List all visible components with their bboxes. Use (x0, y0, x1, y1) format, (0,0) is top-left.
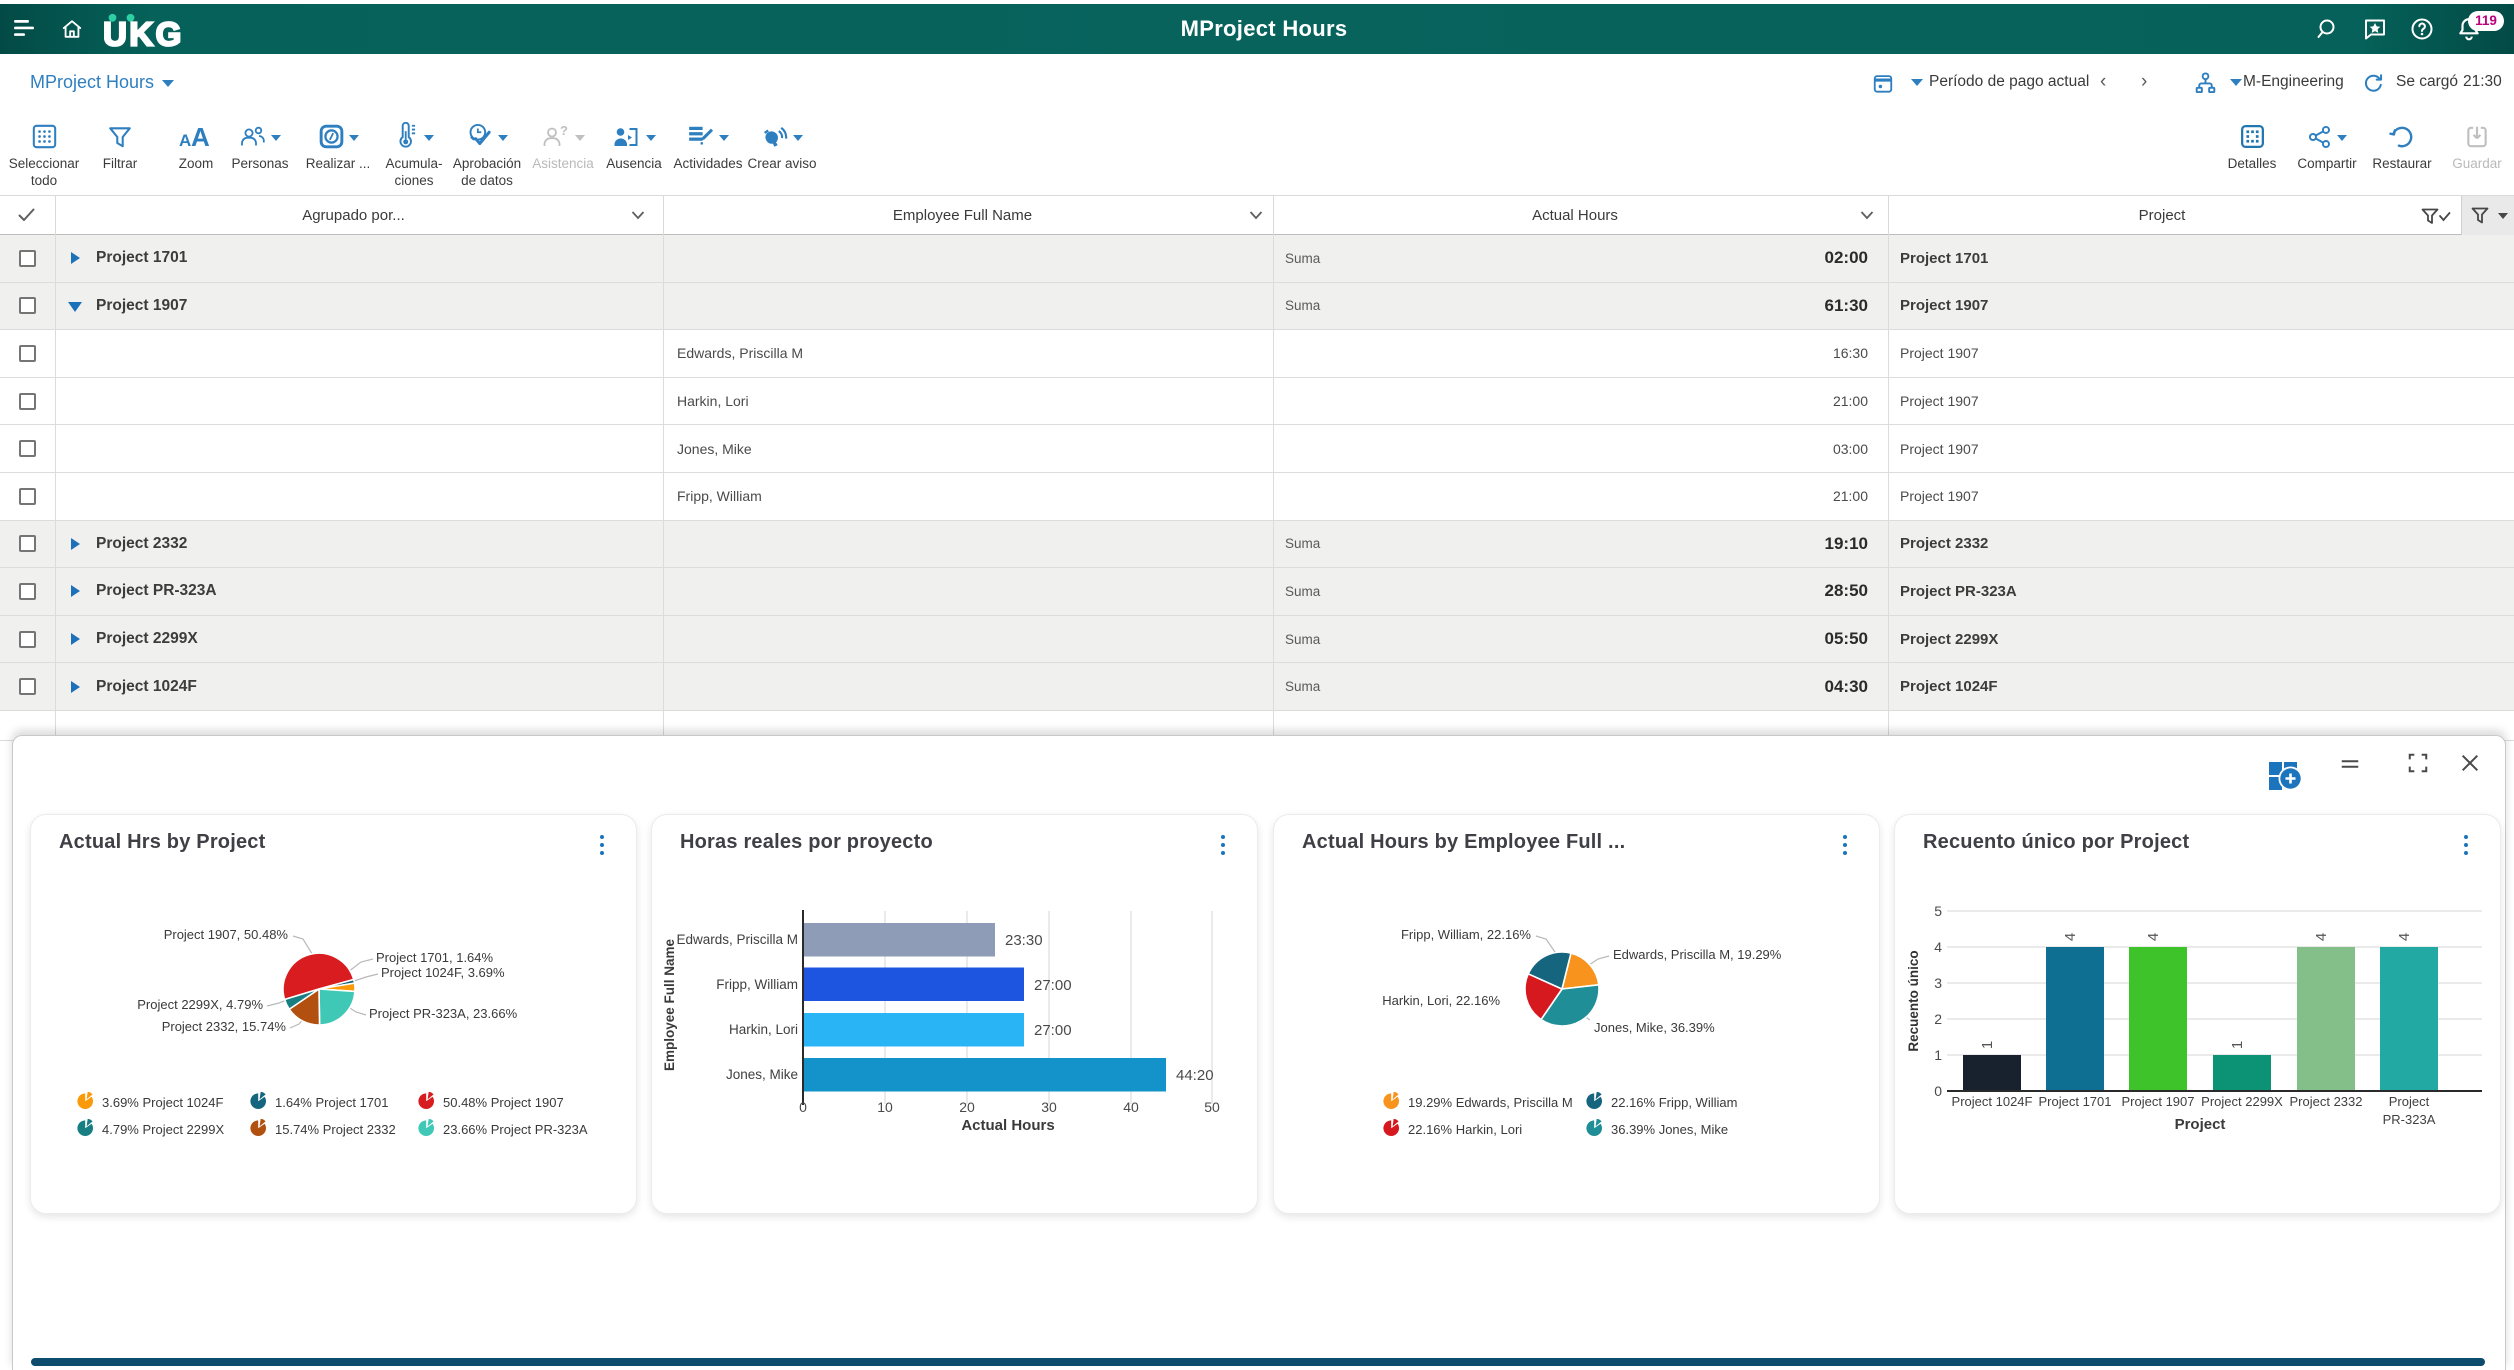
svg-text:Project 1907: Project 1907 (2122, 1094, 2195, 1109)
svg-text:Edwards, Priscilla M: Edwards, Priscilla M (676, 932, 798, 947)
svg-text:A: A (191, 122, 210, 150)
svg-text:Recuento único: Recuento único (1906, 950, 1921, 1051)
svg-text:Project 2299X: Project 2299X (2201, 1094, 2283, 1109)
svg-text:27:00: 27:00 (1034, 1022, 1072, 1039)
svg-text:10: 10 (877, 1099, 893, 1115)
svg-text:Project: Project (2389, 1094, 2430, 1109)
svg-text:1: 1 (1934, 1047, 1942, 1063)
svg-text:Project 1701: Project 1701 (2039, 1094, 2112, 1109)
svg-text:Actual Hours: Actual Hours (961, 1117, 1054, 1134)
svg-text:4: 4 (1934, 939, 1942, 955)
svg-text:Project: Project (2175, 1116, 2226, 1133)
svg-text:Fripp, William: Fripp, William (716, 977, 798, 992)
svg-text:Project 1024F: Project 1024F (1952, 1094, 2033, 1109)
svg-text:44:20: 44:20 (1176, 1067, 1214, 1084)
svg-text:PR-323A: PR-323A (2383, 1112, 2436, 1127)
svg-text:Jones, Mike: Jones, Mike (726, 1067, 798, 1082)
svg-text:4: 4 (2145, 933, 2162, 941)
svg-text:4: 4 (2396, 933, 2413, 941)
svg-text:5: 5 (1934, 903, 1942, 919)
svg-text:Project 2332: Project 2332 (2290, 1094, 2363, 1109)
svg-text:20: 20 (959, 1099, 975, 1115)
svg-text:1: 1 (1979, 1041, 1996, 1049)
svg-text:Employee Full Name: Employee Full Name (662, 938, 677, 1071)
svg-text:27:00: 27:00 (1034, 977, 1072, 994)
svg-text:1: 1 (2229, 1041, 2246, 1049)
svg-text:4: 4 (2062, 933, 2079, 941)
svg-text:50: 50 (1204, 1099, 1220, 1115)
svg-text:0: 0 (1934, 1083, 1942, 1099)
svg-text:0: 0 (799, 1099, 807, 1115)
svg-text:40: 40 (1123, 1099, 1139, 1115)
svg-text:A: A (179, 131, 191, 150)
svg-text:Harkin, Lori: Harkin, Lori (729, 1022, 798, 1037)
svg-text:23:30: 23:30 (1005, 932, 1043, 949)
svg-text:30: 30 (1041, 1099, 1057, 1115)
svg-text:2: 2 (1934, 1011, 1942, 1027)
svg-text:?: ? (560, 124, 568, 138)
svg-text:3: 3 (1934, 975, 1942, 991)
svg-text:4: 4 (2313, 933, 2330, 941)
